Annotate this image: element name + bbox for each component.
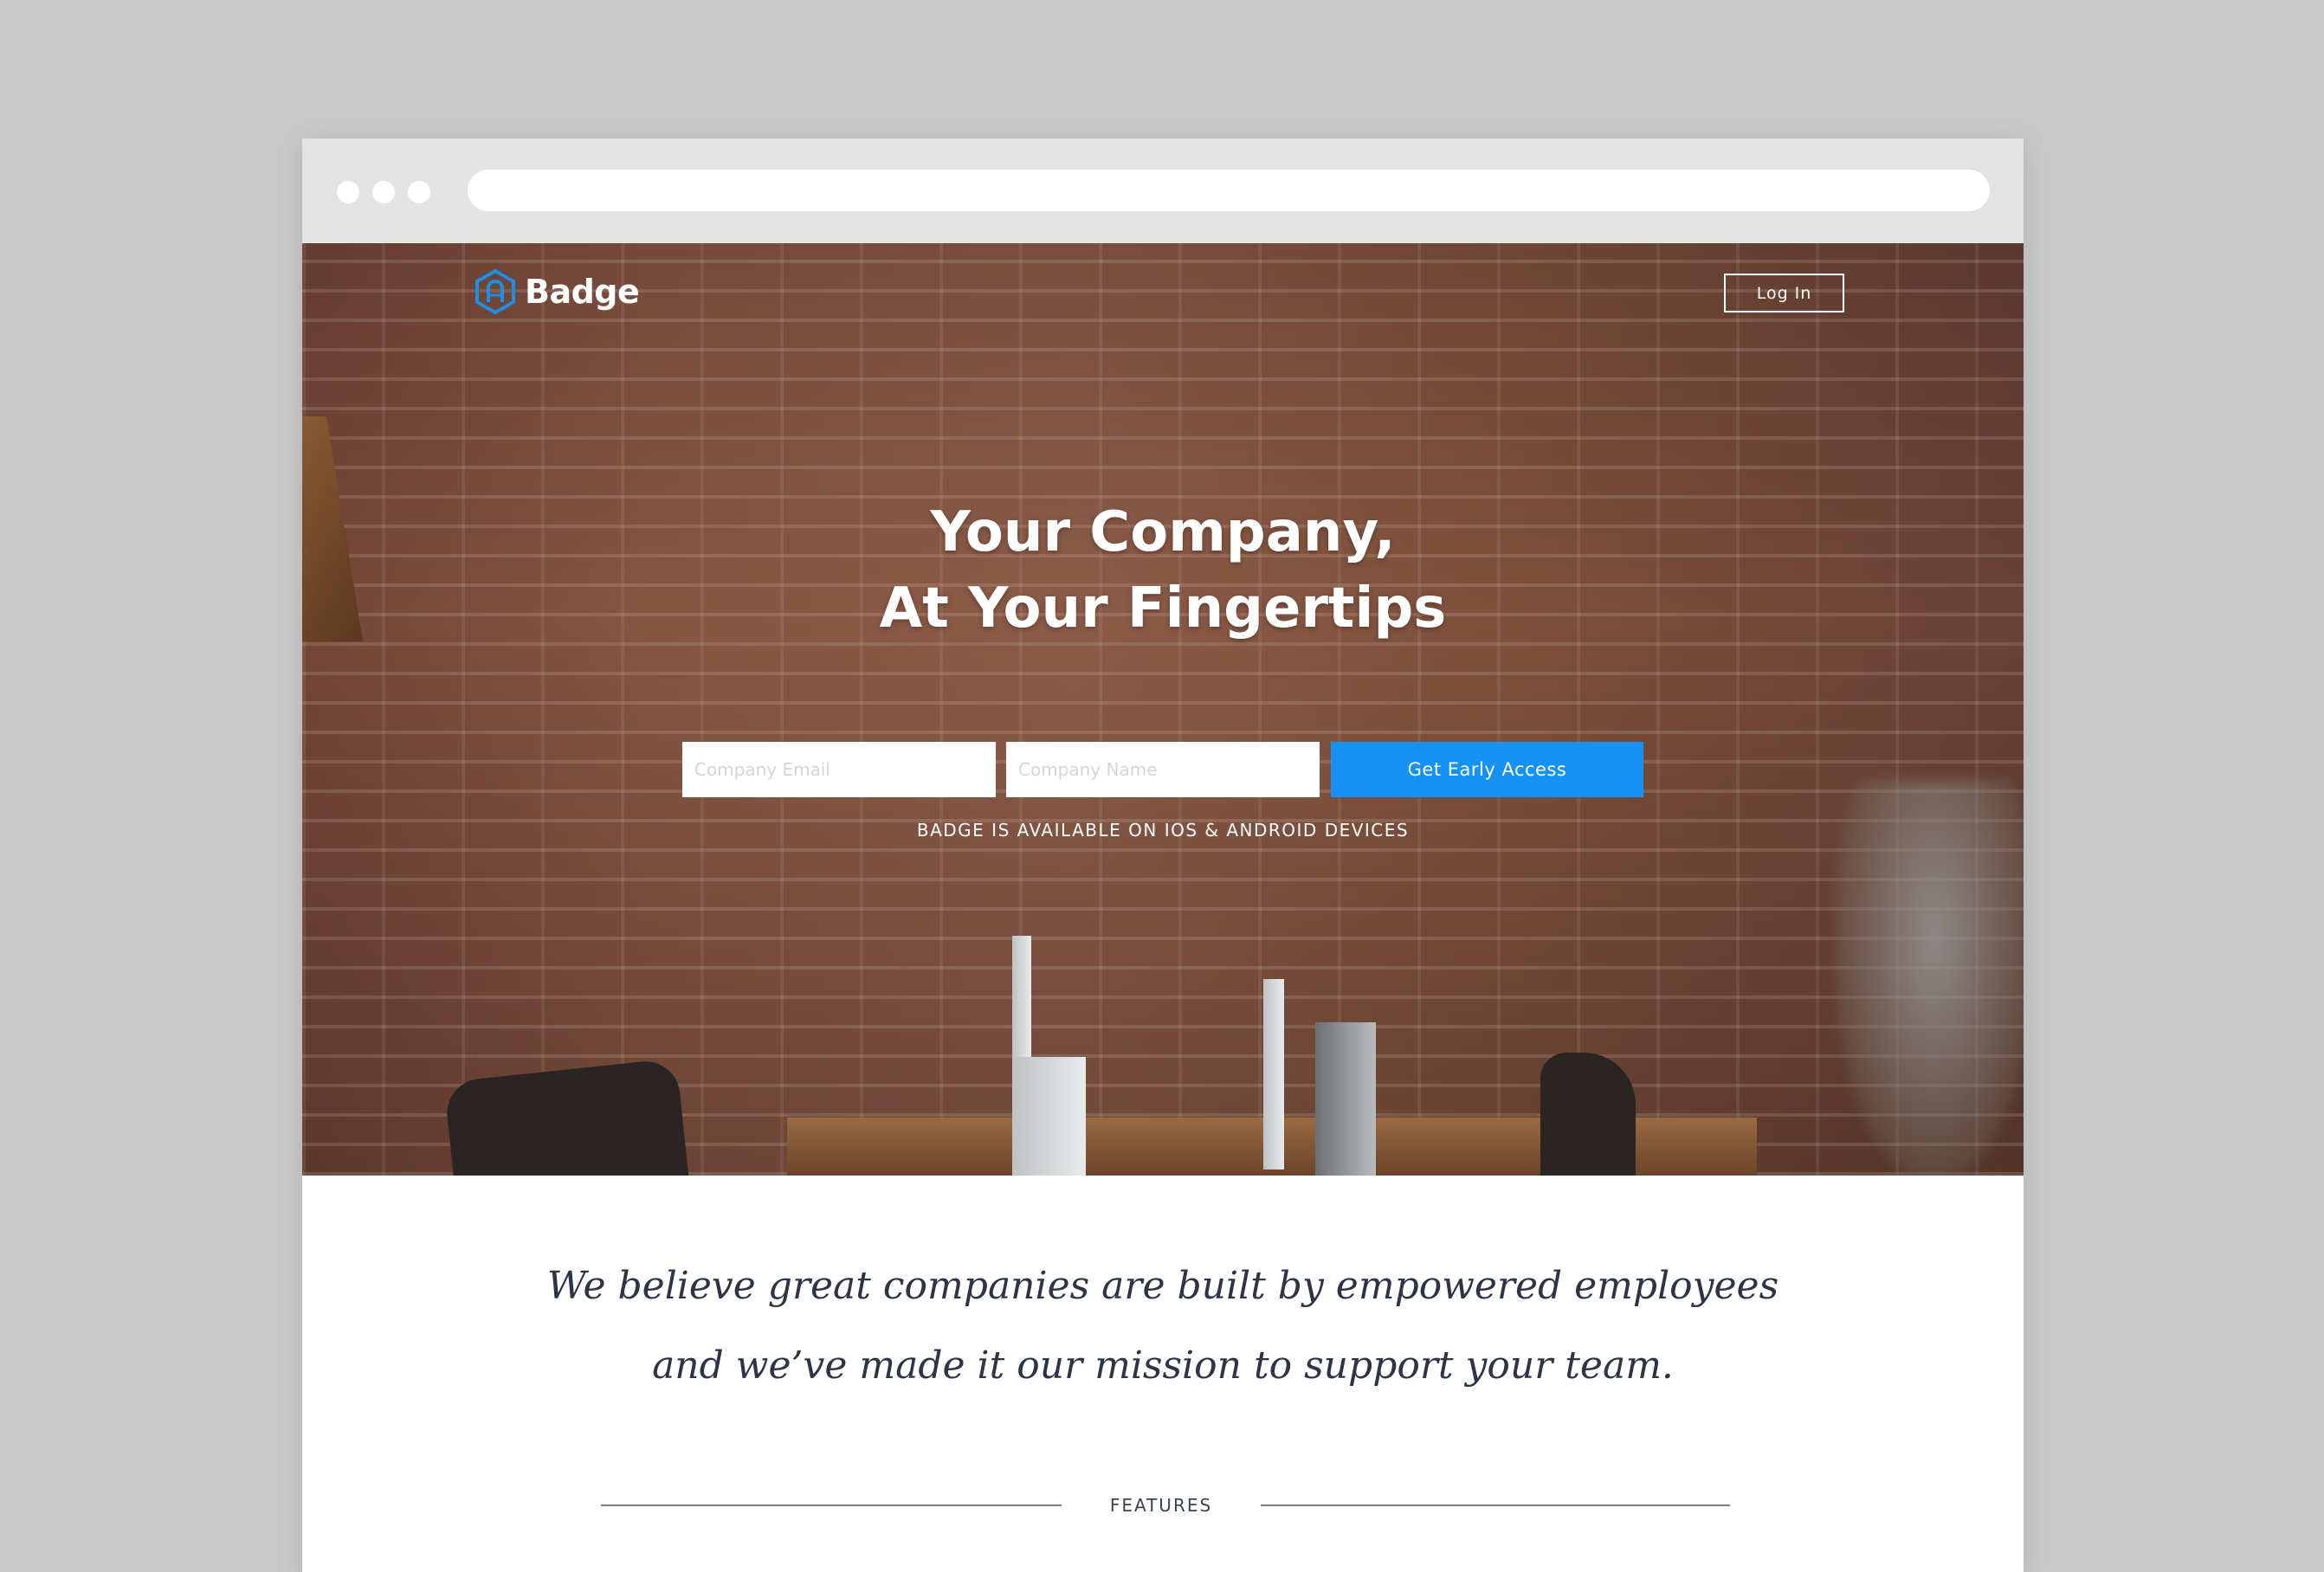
- window-control-dot[interactable]: [372, 181, 395, 203]
- hero-image-monitor: [1315, 1022, 1376, 1176]
- get-early-access-button[interactable]: Get Early Access: [1331, 742, 1643, 797]
- mission-statement: We believe great companies are built by …: [302, 1247, 2024, 1406]
- section-divider: [601, 1504, 1062, 1506]
- login-button[interactable]: Log In: [1724, 274, 1844, 312]
- company-name-input[interactable]: [1006, 742, 1320, 797]
- hero-headline-line: Your Company,: [930, 500, 1396, 564]
- mission-line: and we’ve made it our mission to support…: [652, 1343, 1674, 1388]
- features-heading: FEATURES: [1109, 1495, 1213, 1516]
- hero-image-chair: [1540, 1053, 1636, 1176]
- section-divider: [1261, 1504, 1730, 1506]
- availability-note: BADGE IS AVAILABLE ON IOS & ANDROID DEVI…: [916, 820, 1410, 841]
- badge-hexagon-logo-icon: [475, 268, 515, 315]
- hero-background-image: [302, 243, 2024, 1176]
- brand-name: Badge: [525, 273, 640, 311]
- hero-image-monitor: [1012, 1057, 1086, 1176]
- browser-chrome: [302, 139, 2024, 243]
- company-email-input[interactable]: [682, 742, 996, 797]
- browser-window: Badge Log In Your Company, At Your Finge…: [302, 139, 2024, 1572]
- window-control-dot[interactable]: [408, 181, 430, 203]
- brand-logo[interactable]: Badge: [471, 267, 640, 316]
- hero-headline: Your Company, At Your Fingertips: [302, 494, 2024, 647]
- hero-headline-line: At Your Fingertips: [879, 577, 1447, 641]
- hero-section: Badge Log In Your Company, At Your Finge…: [302, 243, 2024, 1176]
- hero-image-monitor: [1263, 979, 1284, 1169]
- window-control-dot[interactable]: [337, 181, 359, 203]
- address-bar[interactable]: [468, 170, 1990, 211]
- mission-line: We believe great companies are built by …: [546, 1264, 1779, 1308]
